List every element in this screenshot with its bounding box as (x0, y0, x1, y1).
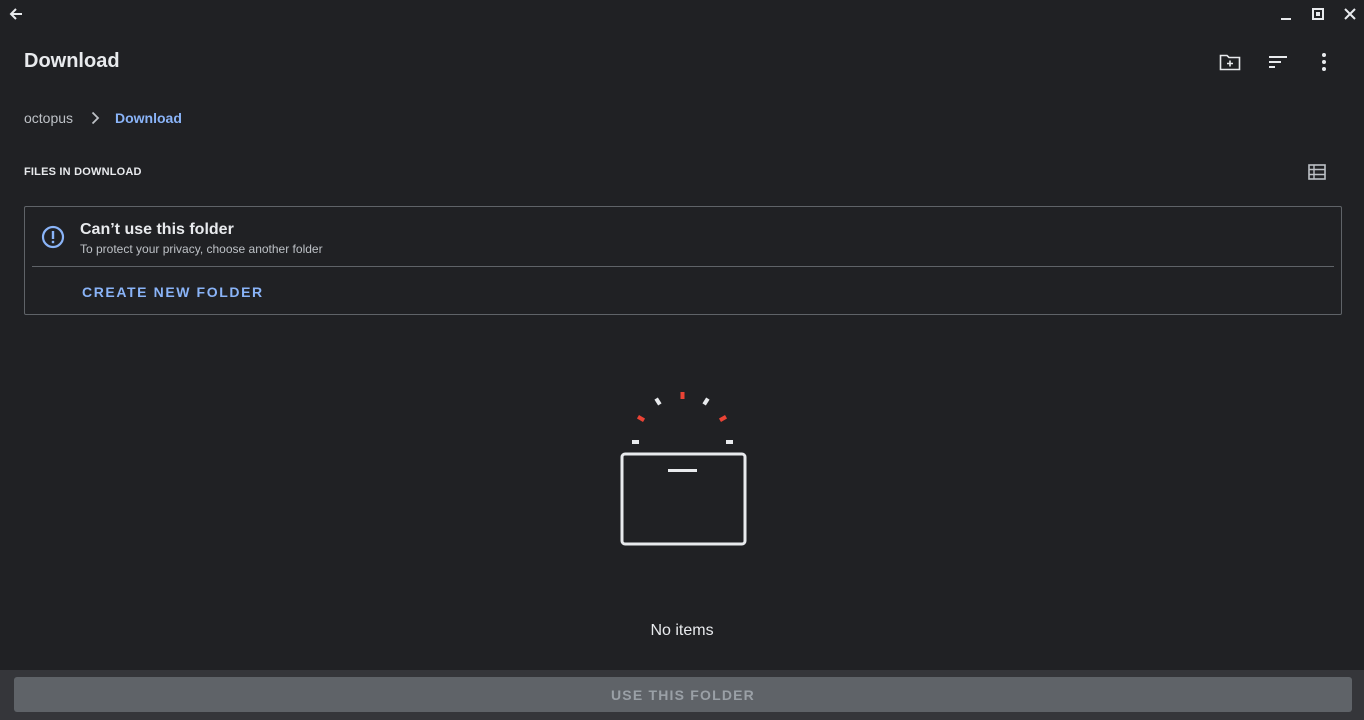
new-folder-icon (1219, 54, 1241, 71)
list-view-toggle-button[interactable] (1304, 159, 1330, 185)
warning-divider (32, 266, 1334, 267)
warning-card: Can’t use this folder To protect your pr… (24, 206, 1342, 315)
bottom-action-bar: USE THIS FOLDER (0, 670, 1364, 720)
warning-title: Can’t use this folder (80, 221, 234, 238)
info-alert-icon (40, 224, 66, 250)
more-vert-icon (1322, 53, 1326, 71)
use-this-folder-button[interactable]: USE THIS FOLDER (14, 677, 1352, 712)
restore-button[interactable] (1306, 2, 1330, 26)
restore-icon (1312, 8, 1324, 20)
empty-state-text: No items (650, 622, 714, 639)
breadcrumb-item-root[interactable]: octopus (24, 110, 73, 126)
page-title: Download (24, 50, 120, 72)
new-folder-button[interactable] (1216, 48, 1244, 76)
sort-button[interactable] (1264, 48, 1292, 76)
section-title: FILES IN DOWNLOAD (24, 166, 142, 178)
close-button[interactable] (1338, 2, 1362, 26)
sort-icon (1269, 56, 1287, 68)
minimize-icon (1281, 18, 1291, 20)
create-new-folder-button[interactable]: CREATE NEW FOLDER (82, 284, 264, 300)
warning-subtitle: To protect your privacy, choose another … (80, 242, 323, 256)
list-view-icon (1308, 164, 1326, 180)
back-button[interactable] (4, 2, 28, 26)
more-options-button[interactable] (1310, 48, 1338, 76)
breadcrumb-item-current[interactable]: Download (115, 110, 182, 126)
arrow-back-icon (9, 8, 22, 20)
chevron-right-icon (86, 109, 104, 127)
empty-box-icon (612, 388, 752, 550)
minimize-button[interactable] (1274, 2, 1298, 26)
close-icon (1344, 8, 1356, 20)
